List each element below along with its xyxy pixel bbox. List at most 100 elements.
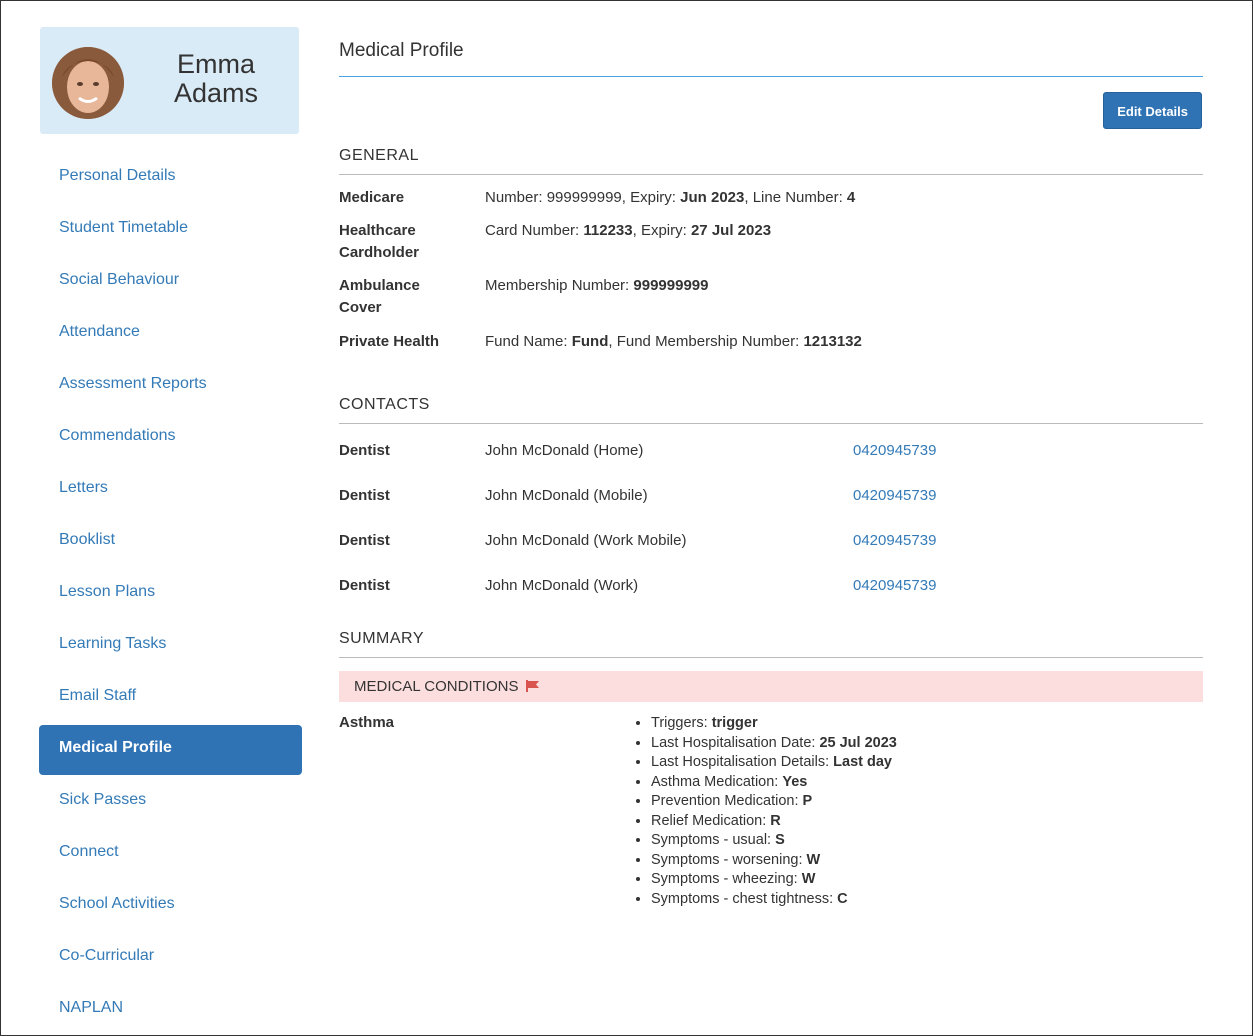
detail-value: R xyxy=(770,812,781,829)
sidebar-item-learning-tasks[interactable]: Learning Tasks xyxy=(39,624,302,676)
list-item: Symptoms - chest tightness: C xyxy=(651,890,897,910)
sidebar-item-attendance[interactable]: Attendance xyxy=(39,312,302,364)
ambulance-label: Ambulance Cover xyxy=(339,275,485,319)
fund-membership-label: , Fund Membership Number: xyxy=(608,333,804,350)
healthcare-card-number: 112233 xyxy=(583,222,633,239)
sidebar-nav: Personal Details Student Timetable Socia… xyxy=(39,156,302,1036)
condition-row: Asthma Triggers: trigger Last Hospitalis… xyxy=(339,714,1203,909)
contact-phone-link[interactable]: 0420945739 xyxy=(853,577,936,594)
medicare-line: 4 xyxy=(846,189,856,206)
fund-name: Fund xyxy=(571,333,609,350)
contact-phone-link[interactable]: 0420945739 xyxy=(853,487,936,504)
detail-value: Last day xyxy=(833,754,892,770)
ambulance-value: Membership Number: 999999999 xyxy=(485,275,708,319)
list-item: Asthma Medication: Yes xyxy=(651,773,897,793)
sidebar-item-sick-passes[interactable]: Sick Passes xyxy=(39,780,302,832)
detail-value: Yes xyxy=(782,773,808,790)
list-item: Symptoms - worsening: W xyxy=(651,851,897,871)
contacts-section: CONTACTS Dentist John McDonald (Home) 04… xyxy=(339,389,1203,608)
general-heading: GENERAL xyxy=(339,140,1203,175)
medical-conditions-label: MEDICAL CONDITIONS xyxy=(354,678,519,695)
medicare-number: 999999999 xyxy=(546,189,622,206)
medical-conditions-banner: MEDICAL CONDITIONS xyxy=(339,671,1203,702)
contacts-heading: CONTACTS xyxy=(339,389,1203,424)
contact-phone-link[interactable]: 0420945739 xyxy=(853,532,936,549)
private-health-value: Fund Name: Fund, Fund Membership Number:… xyxy=(485,331,862,353)
sidebar-item-naplan[interactable]: NAPLAN xyxy=(39,988,302,1036)
list-item: Symptoms - usual: S xyxy=(651,831,897,851)
edit-details-button[interactable]: Edit Details xyxy=(1103,92,1202,129)
private-health-row: Private Health Fund Name: Fund, Fund Mem… xyxy=(339,319,1203,353)
summary-heading: SUMMARY xyxy=(339,623,1203,658)
healthcare-expiry: 27 Jul 2023 xyxy=(690,222,772,239)
list-item: Symptoms - wheezing: W xyxy=(651,870,897,890)
healthcare-label-line2: Cardholder xyxy=(339,244,420,261)
detail-value: trigger xyxy=(711,715,758,731)
list-item: Last Hospitalisation Date: 25 Jul 2023 xyxy=(651,734,897,754)
detail-label: Asthma Medication: xyxy=(651,773,783,790)
medicare-expiry: Jun 2023 xyxy=(680,189,745,206)
summary-section: SUMMARY MEDICAL CONDITIONS Asthma Trigge… xyxy=(339,623,1203,909)
detail-label: Prevention Medication: xyxy=(651,793,803,809)
contact-type: Dentist xyxy=(339,532,390,549)
contact-name: John McDonald (Mobile) xyxy=(485,487,648,504)
medicare-value: Number: 999999999, Expiry: Jun 2023, Lin… xyxy=(485,187,855,209)
flag-icon xyxy=(525,672,540,703)
condition-name: Asthma xyxy=(339,714,395,731)
contact-type: Dentist xyxy=(339,577,390,594)
sidebar-item-booklist[interactable]: Booklist xyxy=(39,520,302,572)
condition-details-list: Triggers: trigger Last Hospitalisation D… xyxy=(631,714,897,909)
ambulance-membership-label: Membership Number: xyxy=(485,277,634,294)
sidebar-item-student-timetable[interactable]: Student Timetable xyxy=(39,208,302,260)
student-last-name: Adams xyxy=(173,78,259,108)
sidebar-item-letters[interactable]: Letters xyxy=(39,468,302,520)
detail-label: Symptoms - wheezing: xyxy=(651,871,802,887)
detail-label: Symptoms - worsening: xyxy=(651,851,807,868)
student-profile-card: Emma Adams xyxy=(40,27,299,134)
sidebar-item-social-behaviour[interactable]: Social Behaviour xyxy=(39,260,302,312)
sidebar-item-commendations[interactable]: Commendations xyxy=(39,416,302,468)
page-title: Medical Profile xyxy=(339,27,1203,77)
sidebar-item-co-curricular[interactable]: Co-Curricular xyxy=(39,936,302,988)
contact-type: Dentist xyxy=(339,487,390,504)
detail-value: S xyxy=(775,832,785,848)
list-item: Triggers: trigger xyxy=(651,714,897,734)
medicare-number-label: Number: xyxy=(485,189,547,206)
ambulance-membership-number: 999999999 xyxy=(633,277,709,294)
contact-type: Dentist xyxy=(339,442,390,459)
contact-phone-link[interactable]: 0420945739 xyxy=(853,442,936,459)
sidebar-item-lesson-plans[interactable]: Lesson Plans xyxy=(39,572,302,624)
sidebar: Emma Adams Personal Details Student Time… xyxy=(39,27,302,1036)
sidebar-item-assessment-reports[interactable]: Assessment Reports xyxy=(39,364,302,416)
healthcare-label: Healthcare Cardholder xyxy=(339,220,485,264)
sidebar-item-medical-profile[interactable]: Medical Profile xyxy=(39,725,302,775)
contact-name: John McDonald (Work Mobile) xyxy=(485,532,687,549)
healthcare-expiry-label: , Expiry: xyxy=(632,222,691,239)
detail-label: Relief Medication: xyxy=(651,812,771,829)
contact-name: John McDonald (Work) xyxy=(485,577,639,594)
healthcare-value: Card Number: 112233, Expiry: 27 Jul 2023 xyxy=(485,220,771,264)
contact-row: Dentist John McDonald (Mobile) 042094573… xyxy=(339,473,1203,518)
detail-label: Symptoms - usual: xyxy=(651,832,776,848)
medicare-label: Medicare xyxy=(339,189,405,206)
list-item: Prevention Medication: P xyxy=(651,792,897,812)
detail-label: Triggers: xyxy=(651,715,712,731)
student-first-name: Emma xyxy=(176,49,255,79)
main-content: Medical Profile Edit Details GENERAL Med… xyxy=(339,27,1203,909)
detail-value: C xyxy=(837,890,848,907)
ambulance-row: Ambulance Cover Membership Number: 99999… xyxy=(339,264,1203,319)
ambulance-label-line2: Cover xyxy=(339,299,382,316)
fund-name-label: Fund Name: xyxy=(485,333,572,350)
sidebar-item-email-staff[interactable]: Email Staff xyxy=(39,676,302,728)
detail-label: Symptoms - chest tightness: xyxy=(651,890,838,907)
list-item: Relief Medication: R xyxy=(651,812,897,832)
private-health-label: Private Health xyxy=(339,333,440,350)
sidebar-item-school-activities[interactable]: School Activities xyxy=(39,884,302,936)
detail-label: Last Hospitalisation Date: xyxy=(651,734,820,751)
contact-row: Dentist John McDonald (Work Mobile) 0420… xyxy=(339,518,1203,563)
detail-value: W xyxy=(801,871,816,887)
sidebar-item-connect[interactable]: Connect xyxy=(39,832,302,884)
sidebar-item-personal-details[interactable]: Personal Details xyxy=(39,156,302,208)
medicare-line-label: , Line Number: xyxy=(744,189,847,206)
avatar xyxy=(52,47,124,119)
